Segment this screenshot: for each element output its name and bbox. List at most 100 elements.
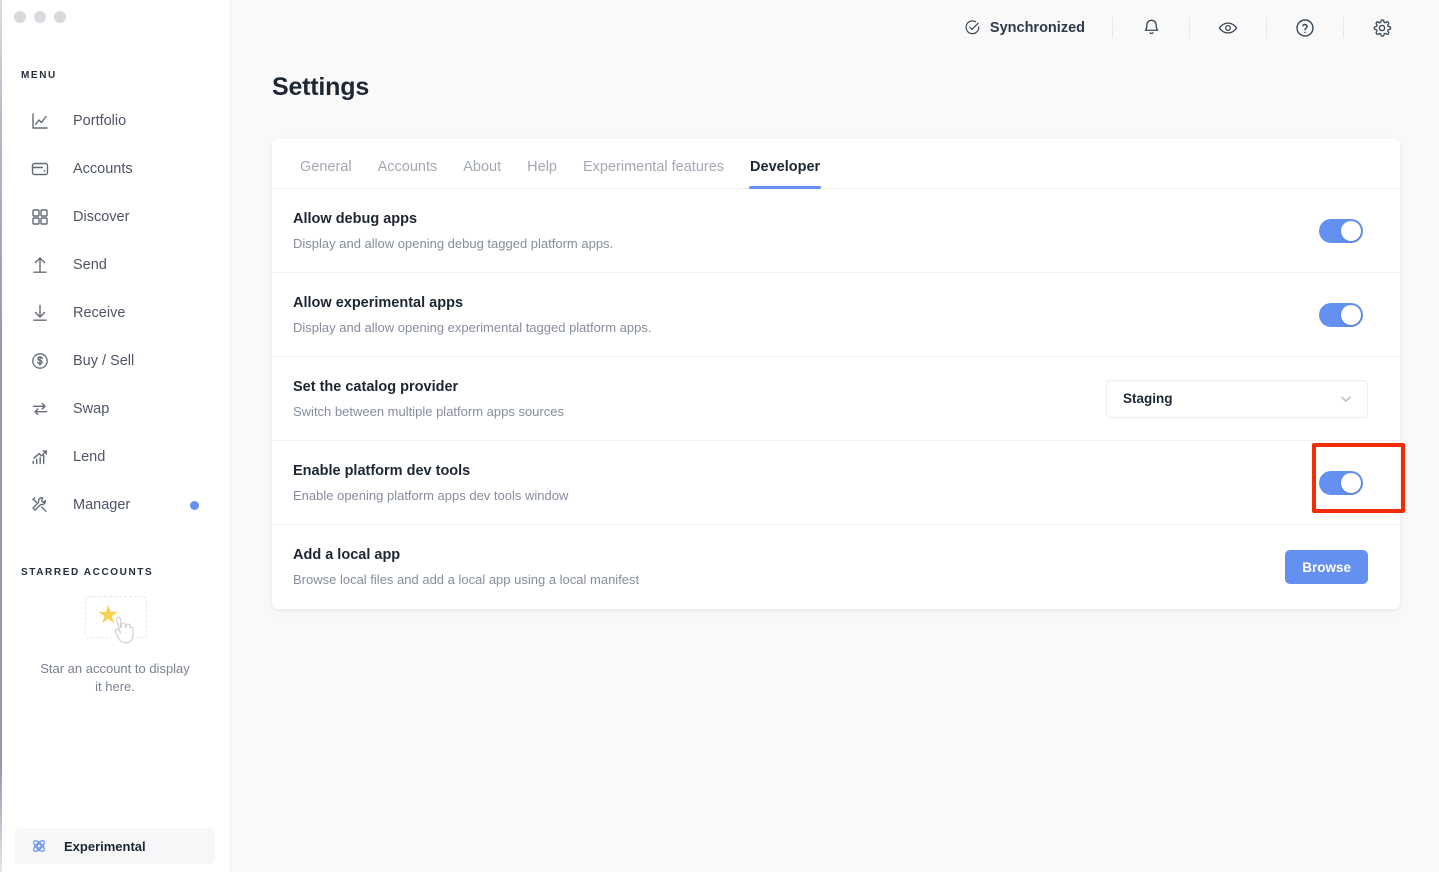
page-title: Settings <box>272 73 370 101</box>
setting-control <box>1319 218 1363 243</box>
sidebar-item-discover[interactable]: Discover <box>0 193 230 241</box>
question-circle-icon[interactable] <box>1294 17 1316 39</box>
sidebar-item-label: Swap <box>73 401 110 417</box>
sidebar: MENU Portfolio Accounts Discover Send Re… <box>0 0 231 872</box>
sidebar-item-label: Experimental <box>64 838 146 854</box>
close-button[interactable] <box>14 11 26 23</box>
setting-title: Allow experimental apps <box>293 294 464 311</box>
setting-title: Allow debug apps <box>293 210 418 227</box>
setting-control <box>1319 302 1363 327</box>
sidebar-item-lend[interactable]: Lend <box>0 433 230 481</box>
manager-notification-badge <box>190 500 199 510</box>
wrench-screwdriver-icon <box>30 495 50 515</box>
tab-general[interactable]: General <box>287 159 365 188</box>
setting-text: Set the catalog provider Switch between … <box>293 359 564 439</box>
setting-title: Enable platform dev tools <box>293 462 471 479</box>
grid-icon <box>30 207 50 227</box>
tab-experimental-features[interactable]: Experimental features <box>570 159 737 188</box>
star-illustration: ★ <box>67 592 163 652</box>
tab-developer[interactable]: Developer <box>737 159 833 189</box>
setting-row-add-local-app: Add a local app Browse local files and a… <box>272 525 1400 609</box>
sidebar-item-experimental[interactable]: Experimental <box>15 828 215 864</box>
sidebar-item-swap[interactable]: Swap <box>0 385 230 433</box>
wallet-icon <box>30 159 50 179</box>
divider <box>1343 17 1344 38</box>
setting-control <box>1319 470 1363 495</box>
tab-about[interactable]: About <box>450 159 514 188</box>
setting-description: Browse local files and add a local app u… <box>293 572 640 587</box>
sync-status-label: Synchronized <box>989 19 1085 36</box>
setting-row-enable-platform-dev-tools: Enable platform dev tools Enable opening… <box>272 441 1400 525</box>
sidebar-nav: Portfolio Accounts Discover Send Receive… <box>0 97 230 529</box>
setting-text: Allow debug apps Display and allow openi… <box>293 191 613 271</box>
top-bar: Synchronized <box>231 0 1439 55</box>
gear-icon[interactable] <box>1371 17 1393 39</box>
setting-text: Enable platform dev tools Enable opening… <box>293 443 568 523</box>
setting-description: Switch between multiple platform apps so… <box>293 403 564 419</box>
divider <box>1112 17 1113 38</box>
tab-help[interactable]: Help <box>514 159 570 188</box>
bell-icon[interactable] <box>1140 17 1162 39</box>
sidebar-item-accounts[interactable]: Accounts <box>0 145 230 193</box>
browse-button[interactable]: Browse <box>1285 550 1368 584</box>
tab-accounts[interactable]: Accounts <box>365 159 451 188</box>
cursor-hand-icon <box>111 615 141 652</box>
sidebar-item-receive[interactable]: Receive <box>0 289 230 337</box>
setting-description: Display and allow opening experimental t… <box>293 319 652 335</box>
sidebar-menu-label: MENU <box>21 70 57 81</box>
maximize-button[interactable] <box>54 11 66 23</box>
setting-text: Add a local app Browse local files and a… <box>293 527 639 607</box>
sidebar-item-label: Lend <box>73 449 106 465</box>
setting-row-catalog-provider: Set the catalog provider Switch between … <box>272 357 1400 441</box>
minimize-button[interactable] <box>34 11 46 23</box>
toggle-knob <box>1341 472 1361 493</box>
sidebar-item-send[interactable]: Send <box>0 241 230 289</box>
sync-status[interactable]: Synchronized <box>964 19 1085 36</box>
settings-tabs: General Accounts About Help Experimental… <box>272 139 1400 189</box>
sidebar-item-label: Accounts <box>73 161 133 177</box>
sidebar-item-label: Send <box>73 257 107 273</box>
setting-row-allow-experimental-apps: Allow experimental apps Display and allo… <box>272 273 1400 357</box>
divider <box>1189 17 1190 38</box>
sidebar-item-label: Manager <box>73 497 131 513</box>
catalog-provider-value: Staging <box>1123 391 1173 406</box>
swap-arrows-icon <box>30 399 50 419</box>
arrow-down-icon <box>30 303 50 323</box>
toggle-knob <box>1341 220 1361 241</box>
setting-description: Enable opening platform apps dev tools w… <box>293 487 569 503</box>
check-circle-icon <box>964 19 981 36</box>
chevron-down-icon <box>1339 392 1353 406</box>
divider <box>1266 17 1267 38</box>
sidebar-item-portfolio[interactable]: Portfolio <box>0 97 230 145</box>
bar-chart-growth-icon <box>30 447 50 467</box>
setting-description: Display and allow opening debug tagged p… <box>293 235 614 251</box>
chart-line-icon <box>30 111 50 131</box>
sidebar-item-label: Buy / Sell <box>73 353 135 369</box>
setting-text: Allow experimental apps Display and allo… <box>293 275 651 355</box>
starred-accounts-empty-text: Star an account to display it here. <box>40 661 190 694</box>
app-window: MENU Portfolio Accounts Discover Send Re… <box>0 0 1439 872</box>
window-controls[interactable] <box>0 0 230 36</box>
setting-title: Set the catalog provider <box>293 378 459 395</box>
sidebar-item-label: Portfolio <box>73 113 127 129</box>
sidebar-item-manager[interactable]: Manager <box>0 481 230 529</box>
eye-icon[interactable] <box>1217 17 1239 39</box>
arrow-up-icon <box>30 255 50 275</box>
atom-icon <box>30 837 48 855</box>
settings-card: General Accounts About Help Experimental… <box>272 139 1400 609</box>
allow-debug-apps-toggle[interactable] <box>1319 218 1363 243</box>
catalog-provider-select[interactable]: Staging <box>1106 379 1368 418</box>
setting-row-allow-debug-apps: Allow debug apps Display and allow openi… <box>272 189 1400 273</box>
sidebar-item-label: Receive <box>73 305 126 321</box>
enable-platform-dev-tools-toggle[interactable] <box>1319 470 1363 495</box>
toggle-knob <box>1341 304 1361 325</box>
starred-accounts-empty-state: ★ Star an account to display it here. <box>0 578 230 696</box>
sidebar-item-label: Discover <box>73 209 130 225</box>
main-content: Synchronized Settings General Accounts A… <box>231 0 1439 872</box>
starred-accounts-label: STARRED ACCOUNTS <box>21 567 154 578</box>
sidebar-footer: Experimental <box>0 828 230 872</box>
allow-experimental-apps-toggle[interactable] <box>1319 302 1363 327</box>
dollar-circle-icon <box>30 351 50 371</box>
sidebar-item-buy-sell[interactable]: Buy / Sell <box>0 337 230 385</box>
setting-title: Add a local app <box>293 547 401 563</box>
